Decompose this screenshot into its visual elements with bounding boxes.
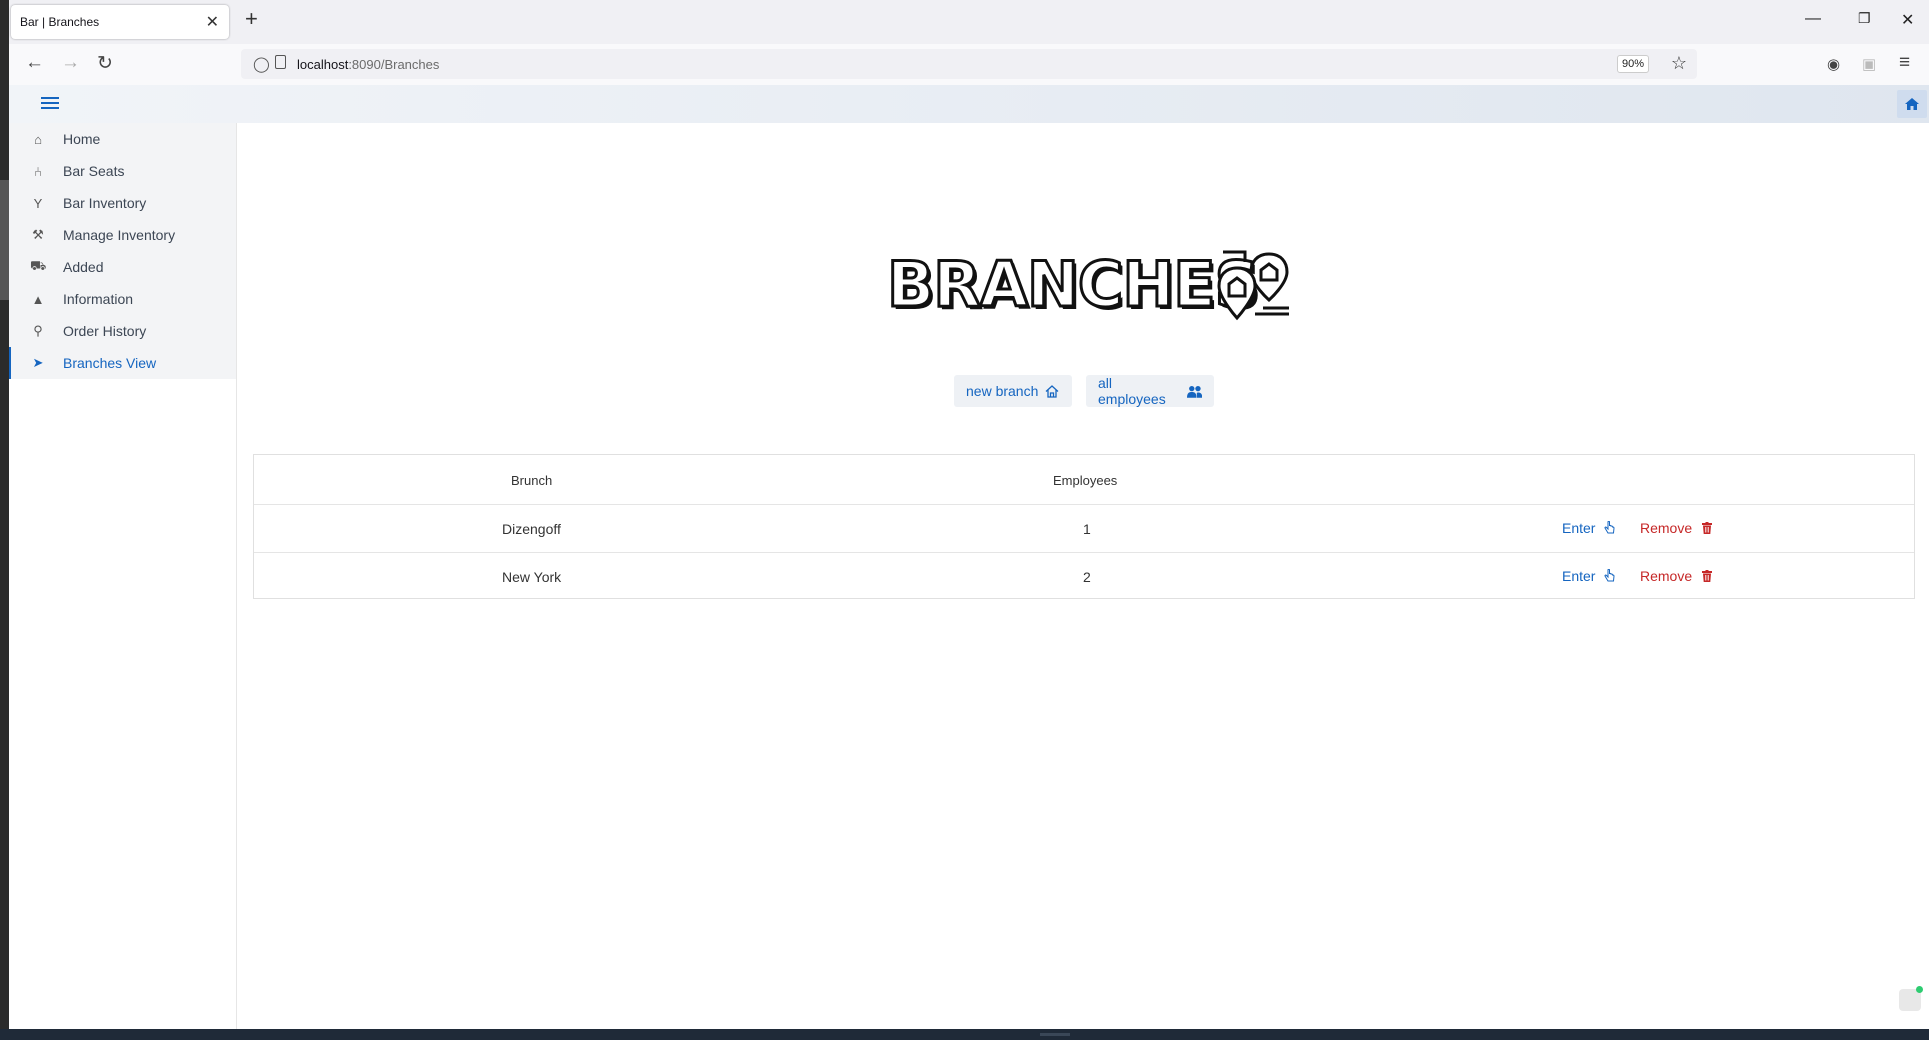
sidebar-menu: ⌂ Home ⑃ Bar Seats Y Bar Inventory ⚒ Man… <box>9 123 236 379</box>
chair-icon: ⑃ <box>34 163 42 179</box>
branch-name: Dizengoff <box>502 521 561 537</box>
url-text[interactable]: localhost:8090/Branches <box>297 57 439 72</box>
tab-title: Bar | Branches <box>20 15 100 29</box>
sidebar-item-label: Order History <box>63 323 147 339</box>
sidebar-item-bar-seats[interactable]: ⑃ Bar Seats <box>9 155 236 187</box>
forward-arrow-icon[interactable]: → <box>61 52 80 74</box>
sidebar-item-label: Added <box>63 259 104 275</box>
cart-icon: ⛟ <box>30 258 47 273</box>
branches-logo: BRANCHES <box>885 247 1307 328</box>
menu-icon[interactable]: ≡ <box>1899 52 1910 74</box>
main-content: BRANCHES new branch all employees Brunch… <box>237 123 1929 1029</box>
pocket-icon[interactable]: ◉ <box>1827 55 1840 73</box>
sidebar-item-label: Branches View <box>63 355 157 371</box>
sidebar: ⌂ Home ⑃ Bar Seats Y Bar Inventory ⚒ Man… <box>9 123 237 1029</box>
chart-icon: ▲ <box>31 291 45 307</box>
page-icon <box>275 55 286 69</box>
pointer-hand-icon <box>1604 520 1615 534</box>
sidebar-item-label: Bar Inventory <box>63 195 147 211</box>
employee-count: 2 <box>1083 569 1091 585</box>
trash-icon <box>1702 570 1713 582</box>
logo-text: BRANCHES <box>885 247 1260 323</box>
sidebar-item-branches-view[interactable]: ➤ Branches View <box>9 347 236 379</box>
home-button[interactable] <box>1897 90 1927 118</box>
users-icon <box>1186 385 1202 398</box>
branch-name: New York <box>502 569 562 585</box>
shield-icon[interactable]: ◯ <box>253 55 270 73</box>
taskbar-edge <box>0 1029 1929 1040</box>
remove-button[interactable]: Remove <box>1640 568 1713 584</box>
enter-button[interactable]: Enter <box>1562 520 1615 536</box>
taskbar-indicator <box>1040 1033 1070 1036</box>
wrench-icon: ⚒ <box>32 227 44 242</box>
restore-icon[interactable]: ❐ <box>1858 10 1871 27</box>
location-arrow-icon: ➤ <box>32 355 44 370</box>
all-employees-button[interactable]: all employees <box>1086 375 1214 407</box>
sidebar-item-bar-inventory[interactable]: Y Bar Inventory <box>9 187 236 219</box>
table-row: New York 2 Enter Remove <box>254 552 1914 601</box>
sidebar-item-information[interactable]: ▲ Information <box>9 283 236 315</box>
sidebar-item-label: Manage Inventory <box>63 227 176 243</box>
hamburger-menu-icon[interactable] <box>41 94 59 112</box>
sidebar-item-label: Home <box>63 131 101 147</box>
employee-count: 1 <box>1083 521 1091 537</box>
column-header-employees: Employees <box>1053 473 1118 488</box>
home-icon: ⌂ <box>34 131 42 147</box>
remove-button[interactable]: Remove <box>1640 520 1713 536</box>
sidebar-item-label: Information <box>63 291 134 307</box>
all-employees-label: all employees <box>1098 375 1166 407</box>
branches-table: Brunch Employees Dizengoff 1 Enter Remov… <box>253 454 1915 599</box>
new-branch-button[interactable]: new branch <box>954 375 1072 407</box>
cocktail-icon: Y <box>33 195 43 211</box>
new-tab-button[interactable]: + <box>245 6 258 32</box>
browser-tab-strip: Bar | Branches ✕ + — ❐ ✕ <box>9 0 1929 44</box>
close-icon[interactable]: ✕ <box>206 12 219 32</box>
reload-icon[interactable]: ↻ <box>97 52 113 75</box>
sidebar-item-label: Bar Seats <box>63 163 125 179</box>
table-row: Dizengoff 1 Enter Remove <box>254 504 1914 553</box>
feedback-widget-icon[interactable] <box>1899 986 1923 1011</box>
extension-icon[interactable]: ▣ <box>1862 55 1876 73</box>
map-pin-buildings-icon <box>1217 250 1289 321</box>
new-branch-label: new branch <box>966 383 1039 399</box>
browser-navigation-bar: ← → ↻ ◯ localhost:8090/Branches 90% ☆ ◉ … <box>9 44 1929 86</box>
browser-tab[interactable]: Bar | Branches ✕ <box>11 5 229 39</box>
minimize-icon[interactable]: — <box>1805 10 1821 28</box>
home-icon <box>1905 98 1919 110</box>
home-outline-icon <box>1045 384 1059 398</box>
bookmark-star-icon[interactable]: ☆ <box>1671 53 1687 74</box>
sidebar-item-order-history[interactable]: ⚲ Order History <box>9 315 236 347</box>
address-bar[interactable]: ◯ localhost:8090/Branches 90% ☆ <box>241 49 1697 79</box>
status-dot <box>1916 986 1923 993</box>
search-icon: ⚲ <box>33 323 43 338</box>
sidebar-item-added[interactable]: ⛟ Added <box>9 251 236 283</box>
enter-button[interactable]: Enter <box>1562 568 1615 584</box>
sidebar-item-home[interactable]: ⌂ Home <box>9 123 236 155</box>
back-arrow-icon[interactable]: ← <box>25 52 44 74</box>
window-frame-left <box>0 0 9 1040</box>
app-header <box>9 85 1929 123</box>
column-header-branch: Brunch <box>511 473 553 488</box>
sidebar-item-manage-inventory[interactable]: ⚒ Manage Inventory <box>9 219 236 251</box>
pointer-hand-icon <box>1604 568 1615 582</box>
frame-highlight <box>0 180 9 300</box>
trash-icon <box>1702 522 1713 534</box>
window-close-icon[interactable]: ✕ <box>1901 10 1914 30</box>
zoom-level-badge[interactable]: 90% <box>1616 55 1649 73</box>
